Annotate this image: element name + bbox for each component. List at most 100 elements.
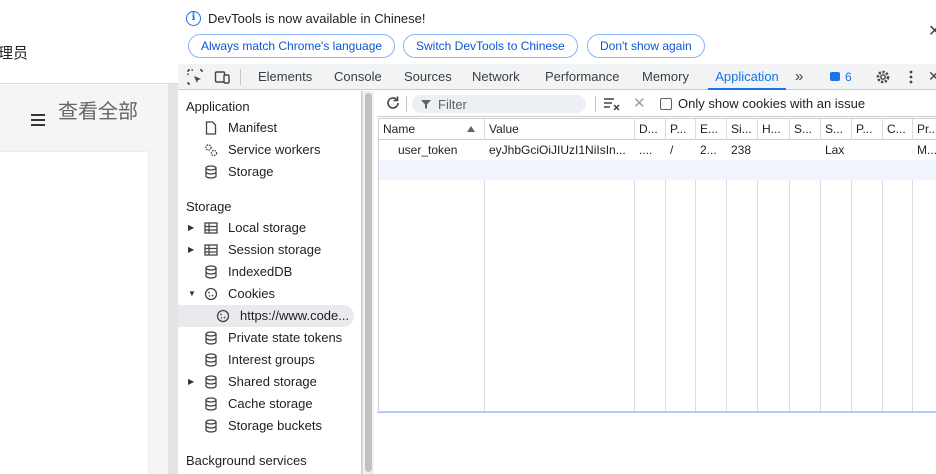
sidebar-item-cookie-origin[interactable]: https://www.code... <box>178 305 354 327</box>
column-header-domain[interactable]: D... <box>635 119 665 140</box>
toolbar-divider <box>406 96 407 112</box>
infobar-message: DevTools is now available in Chinese! <box>208 11 426 26</box>
delete-cookie-icon[interactable]: ✕ <box>633 94 646 112</box>
collapse-arrow-icon[interactable]: ▼ <box>188 283 196 305</box>
database-icon <box>205 397 217 411</box>
devtools-panel: i DevTools is now available in Chinese! … <box>178 0 936 474</box>
column-header-priority[interactable]: Pr... <box>913 119 936 140</box>
column-header-partition-key[interactable]: P... <box>852 119 882 140</box>
more-tabs-icon[interactable]: » <box>795 64 803 90</box>
sidebar-item-label: Storage buckets <box>228 418 322 433</box>
cookies-pane: ✕ Only show cookies with an issue Name V… <box>377 91 936 474</box>
inspect-element-icon[interactable] <box>187 69 203 85</box>
always-match-language-button[interactable]: Always match Chrome's language <box>188 34 396 58</box>
cell-path: / <box>670 143 674 157</box>
sidebar-item-cookies[interactable]: ▼ Cookies <box>178 283 354 305</box>
sidebar-item-local-storage[interactable]: ▶ Local storage <box>178 217 354 239</box>
cell-value: eyJhbGciOiJIUzI1NiIsIn... <box>489 143 626 157</box>
cell-secure <box>790 140 820 160</box>
tab-performance[interactable]: Performance <box>545 64 619 90</box>
table-row[interactable]: user_token eyJhbGciOiJIUzI1NiIsIn... ...… <box>379 140 936 160</box>
settings-gear-icon[interactable] <box>875 69 891 85</box>
only-issues-checkbox[interactable] <box>660 98 672 110</box>
tab-console[interactable]: Console <box>334 64 382 90</box>
admin-label: 理员 <box>0 44 29 62</box>
storage-section-header: Storage <box>186 199 232 214</box>
scrollbar-thumb[interactable] <box>365 93 372 472</box>
sidebar-item-storage[interactable]: Storage <box>178 161 354 183</box>
issues-counter[interactable]: 6 <box>830 70 852 84</box>
close-icon[interactable]: ✕ <box>928 21 936 41</box>
cell-samesite: Lax <box>825 143 845 157</box>
tab-sources[interactable]: Sources <box>404 64 452 90</box>
cell-partition-key <box>852 140 882 160</box>
sidebar-item-label: Session storage <box>228 242 322 257</box>
application-sidebar: Application Manifest Service workers Sto… <box>178 91 362 474</box>
cookie-icon <box>204 287 218 301</box>
sidebar-item-interest-groups[interactable]: Interest groups <box>178 349 354 371</box>
more-options-icon[interactable] <box>903 69 919 85</box>
cookie-icon <box>216 309 230 323</box>
column-header-expires[interactable]: E... <box>696 119 726 140</box>
dont-show-again-button[interactable]: Don't show again <box>587 34 705 58</box>
application-section-header: Application <box>186 99 250 114</box>
tab-memory[interactable]: Memory <box>642 64 689 90</box>
toolbar-divider <box>595 96 596 112</box>
sidebar-item-manifest[interactable]: Manifest <box>178 117 354 139</box>
column-header-size[interactable]: Si... <box>727 119 757 140</box>
sidebar-item-label: Service workers <box>228 142 321 157</box>
database-icon <box>205 353 217 367</box>
column-header-cross-site[interactable]: C... <box>883 119 912 140</box>
sidebar-item-label: Manifest <box>228 120 278 135</box>
info-icon: i <box>186 11 201 26</box>
web-page-area: 理员 查看全部 <box>0 0 178 474</box>
document-icon <box>205 121 217 135</box>
filter-input[interactable] <box>438 95 578 113</box>
database-icon <box>205 375 217 389</box>
menu-icon[interactable] <box>31 114 45 128</box>
switch-to-chinese-button[interactable]: Switch DevTools to Chinese <box>403 34 578 58</box>
view-all-link[interactable]: 查看全部 <box>58 98 138 124</box>
column-header-path[interactable]: P... <box>666 119 695 140</box>
sidebar-item-label: IndexedDB <box>228 264 293 279</box>
sidebar-item-indexeddb[interactable]: IndexedDB <box>178 261 354 283</box>
cell-priority: M... <box>917 143 936 157</box>
tabbar-divider <box>240 69 241 85</box>
issues-icon <box>830 72 840 81</box>
sidebar-item-session-storage[interactable]: ▶ Session storage <box>178 239 354 261</box>
sidebar-item-private-state-tokens[interactable]: Private state tokens <box>178 327 354 349</box>
database-icon <box>205 331 217 345</box>
expand-arrow-icon[interactable]: ▶ <box>188 239 194 261</box>
tab-application[interactable]: Application <box>708 64 786 90</box>
cookies-toolbar: ✕ Only show cookies with an issue <box>377 91 936 117</box>
sidebar-item-storage-buckets[interactable]: Storage buckets <box>178 415 354 437</box>
table-row-empty <box>379 160 936 180</box>
table-icon <box>204 244 218 256</box>
sidebar-item-cache-storage[interactable]: Cache storage <box>178 393 354 415</box>
device-toolbar-icon[interactable] <box>214 69 230 85</box>
column-header-samesite[interactable]: S... <box>821 119 851 140</box>
cell-name: user_token <box>398 143 458 157</box>
column-header-httponly[interactable]: H... <box>758 119 789 140</box>
sidebar-scrollbar[interactable] <box>362 91 374 474</box>
database-icon <box>205 165 217 179</box>
tab-elements[interactable]: Elements <box>258 64 312 90</box>
expand-arrow-icon[interactable]: ▶ <box>188 371 194 393</box>
column-header-secure[interactable]: S... <box>790 119 820 140</box>
sidebar-item-shared-storage[interactable]: ▶ Shared storage <box>178 371 354 393</box>
close-devtools-icon[interactable]: ✕ <box>928 64 936 90</box>
gears-icon <box>205 144 218 157</box>
sidebar-item-label: Local storage <box>228 220 307 235</box>
filter-box[interactable] <box>412 95 586 113</box>
database-icon <box>205 419 217 433</box>
devtools-tabbar: Elements Console Sources Network Perform… <box>178 64 936 90</box>
devtools-resizer[interactable] <box>168 84 178 474</box>
refresh-icon[interactable] <box>385 95 401 111</box>
cookie-preview-pane <box>377 412 936 474</box>
tab-network[interactable]: Network <box>472 64 520 90</box>
column-header-value[interactable]: Value <box>485 119 634 140</box>
sidebar-item-service-workers[interactable]: Service workers <box>178 139 354 161</box>
filter-icon <box>421 100 431 109</box>
clear-filtered-cookies-icon[interactable] <box>603 96 621 112</box>
expand-arrow-icon[interactable]: ▶ <box>188 217 194 239</box>
